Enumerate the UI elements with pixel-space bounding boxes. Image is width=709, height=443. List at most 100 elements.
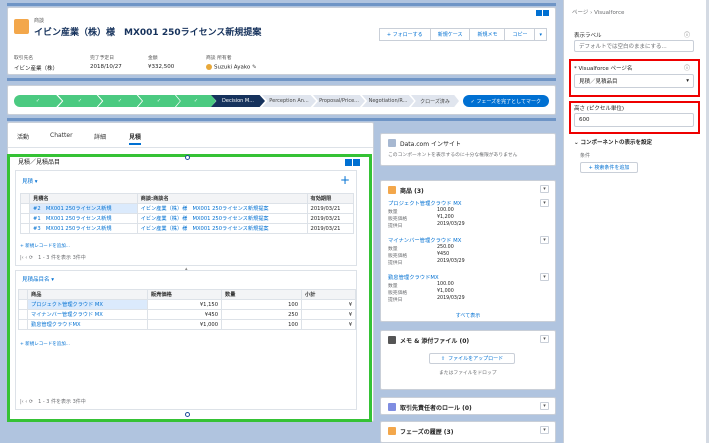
cell[interactable]: プロジェクト管理クラウド MX [27, 299, 148, 310]
product-name-link[interactable]: 勤怠管理クラウドMX [388, 273, 439, 281]
cell[interactable]: イビン産業（株）様 MX001 250ライセンス新規提案 [136, 223, 308, 234]
cell[interactable]: イビン産業（株）様 MX001 250ライセンス新規提案 [136, 203, 308, 214]
cell[interactable]: #1 MX001 250ライセンス新規 [29, 213, 138, 224]
stage-completed-4[interactable]: ✓ [138, 95, 180, 107]
cell[interactable]: ¥1,000 [147, 319, 222, 330]
cell[interactable]: 100 [221, 299, 302, 310]
label-input[interactable]: デフォルトでは空白のままにする... [574, 40, 694, 52]
upload-label: ファイルをアップロード [448, 356, 504, 362]
chevron-down-icon: ▾ [686, 78, 689, 84]
quote-list-panel: 見積 ▾ + 見積名 商談:商談名 有効期限 #2 MX001 250ライセンス新規… [15, 170, 357, 266]
stage-completed-1[interactable]: ✓ [14, 95, 62, 107]
copy-button[interactable]: コピー [504, 28, 536, 41]
product-row-menu-icon[interactable]: ▾ [540, 199, 549, 207]
edit-owner-icon[interactable]: ✎ [252, 65, 257, 71]
resize-handle-top[interactable] [185, 155, 190, 160]
product-field-value: ¥1,200 [437, 215, 454, 220]
product-row-menu-icon[interactable]: ▾ [540, 236, 549, 244]
mark-stage-complete-button[interactable]: ✓ フェーズを完了としてマーク [462, 95, 549, 107]
col-product[interactable]: 商品 [27, 289, 148, 300]
stage-completed-5[interactable]: ✓ [176, 95, 216, 107]
table-row[interactable]: 勤怠管理クラウドMX ¥1,000 100 ¥ [18, 319, 356, 330]
col-subtotal[interactable]: 小計 [301, 289, 356, 300]
cell[interactable]: ¥1,150 [147, 299, 222, 310]
product-field-label: 数量 [388, 247, 398, 252]
add-quote-link[interactable]: + 新規レコードを追加... [20, 243, 70, 249]
quote-item-table: 商品 販売価格 数量 小計 プロジェクト管理クラウド MX ¥1,150 100 ¥ マイナ… [18, 289, 356, 330]
stage-completed-2[interactable]: ✓ [58, 95, 102, 107]
product-field-label: 数量 [388, 284, 398, 289]
upload-files-button[interactable]: ⇪ ファイルをアップロード [429, 353, 515, 364]
new-case-button[interactable]: 新規ケース [429, 28, 471, 41]
first-page-icon[interactable]: |‹ [20, 399, 24, 405]
item-list-selector[interactable]: 見積品目名 ▾ [22, 275, 54, 283]
stage-perception[interactable]: Perception An... [262, 95, 316, 107]
table-row[interactable]: プロジェクト管理クラウド MX ¥1,150 100 ¥ [18, 299, 356, 310]
visibility-section[interactable]: ⌄ コンポーネントの表示を設定 [574, 138, 652, 146]
stage-negotiation[interactable]: Negotiation/R... [362, 95, 414, 107]
product-field-label: 提供日 [388, 261, 403, 266]
stage-closed[interactable]: クローズ済み [411, 95, 459, 107]
col-quantity[interactable]: 数量 [221, 289, 302, 300]
product-field-value: 100.00 [437, 282, 454, 287]
component-toolbar[interactable] [536, 10, 549, 16]
cell[interactable]: 勤怠管理クラウドMX [27, 319, 148, 330]
table-row[interactable]: #2 MX001 250ライセンス新規 イビン産業（株）様 MX001 250ライ… [20, 203, 355, 214]
add-filter-button[interactable]: + 検索条件を追加 [580, 162, 638, 173]
select-all-checkbox[interactable] [20, 193, 30, 204]
refresh-icon[interactable]: ⟳ [29, 399, 33, 405]
refresh-icon[interactable]: ⟳ [29, 255, 33, 261]
stage-proposal[interactable]: Proposal/Price... [313, 95, 365, 107]
follow-button[interactable]: + フォローする [378, 28, 431, 41]
add-item-link[interactable]: + 新規レコードを追加... [20, 341, 70, 347]
height-title: 高さ (ピクセル単位) [574, 106, 625, 112]
product-row-menu-icon[interactable]: ▾ [540, 273, 549, 281]
col-sales-price[interactable]: 販売価格 [147, 289, 222, 300]
cell[interactable]: マイナンバー管理クラウド MX [27, 309, 148, 320]
stage-completed-3[interactable]: ✓ [98, 95, 142, 107]
prev-page-icon[interactable]: ‹ [25, 399, 27, 405]
select-all-items-checkbox[interactable] [18, 289, 28, 300]
tab-chatter[interactable]: Chatter [50, 132, 73, 139]
field-value-account[interactable]: イビン産業（株） [14, 64, 58, 72]
add-quote-icon[interactable]: + [340, 173, 350, 187]
table-row[interactable]: マイナンバー管理クラウド MX ¥450 250 ¥ [18, 309, 356, 320]
col-expiry[interactable]: 有効期限 [306, 193, 355, 204]
properties-panel: ページ › Visualforce 表示ラベル ⓘ デフォルトでは空白のままにす… [563, 0, 709, 443]
product-name-link[interactable]: プロジェクト管理クラウド MX [388, 199, 461, 207]
page-name-select[interactable]: 見積／見積品目 ▾ [574, 74, 694, 88]
field-value-amount: ¥332,500 [148, 64, 175, 70]
info-icon[interactable]: ⓘ [684, 63, 690, 72]
stage-current[interactable]: Decision M... [211, 95, 265, 107]
new-note-button[interactable]: 新規メモ [469, 28, 506, 41]
cell[interactable]: イビン産業（株）様 MX001 250ライセンス新規提案 [136, 213, 308, 224]
field-value-owner[interactable]: Suzuki Ayako ✎ [206, 64, 257, 71]
contact-roles-menu-icon[interactable]: ▾ [540, 402, 549, 410]
cell[interactable]: 250 [221, 309, 302, 320]
height-input[interactable]: 600 [574, 113, 694, 127]
cell[interactable]: #2 MX001 250ライセンス新規 [29, 203, 138, 214]
col-quote-name[interactable]: 見積名 [29, 193, 138, 204]
cell[interactable]: ¥450 [147, 309, 222, 320]
tab-quotes[interactable]: 見積 [129, 132, 142, 145]
resize-handle-bottom[interactable] [185, 412, 190, 417]
more-actions-button[interactable]: ▾ [534, 28, 547, 41]
prev-page-icon[interactable]: ‹ [25, 255, 27, 261]
products-view-all[interactable]: すべて表示 [381, 312, 555, 319]
info-icon[interactable]: ⓘ [684, 30, 690, 39]
quote-pager-text: 1 - 3 件を表示 3件中 [38, 255, 86, 261]
table-row[interactable]: #3 MX001 250ライセンス新規 イビン産業（株）様 MX001 250ライ… [20, 223, 355, 234]
tab-activity[interactable]: 活動 [17, 132, 29, 141]
products-menu-icon[interactable]: ▾ [540, 185, 549, 193]
table-row[interactable]: #1 MX001 250ライセンス新規 イビン産業（株）様 MX001 250ライ… [20, 213, 355, 224]
tab-details[interactable]: 詳細 [94, 132, 106, 141]
cell[interactable]: #3 MX001 250ライセンス新規 [29, 223, 138, 234]
products-card: 商品 (3) ▾ すべて表示 プロジェクト管理クラウド MX 数量 100.00 販売… [380, 180, 556, 322]
stage-history-menu-icon[interactable]: ▾ [540, 426, 549, 434]
cell[interactable]: 100 [221, 319, 302, 330]
notes-menu-icon[interactable]: ▾ [540, 335, 549, 343]
quote-list-selector[interactable]: 見積 ▾ [22, 177, 38, 185]
product-name-link[interactable]: マイナンバー管理クラウド MX [388, 236, 461, 244]
col-opportunity[interactable]: 商談:商談名 [136, 193, 308, 204]
first-page-icon[interactable]: |‹ [20, 255, 24, 261]
